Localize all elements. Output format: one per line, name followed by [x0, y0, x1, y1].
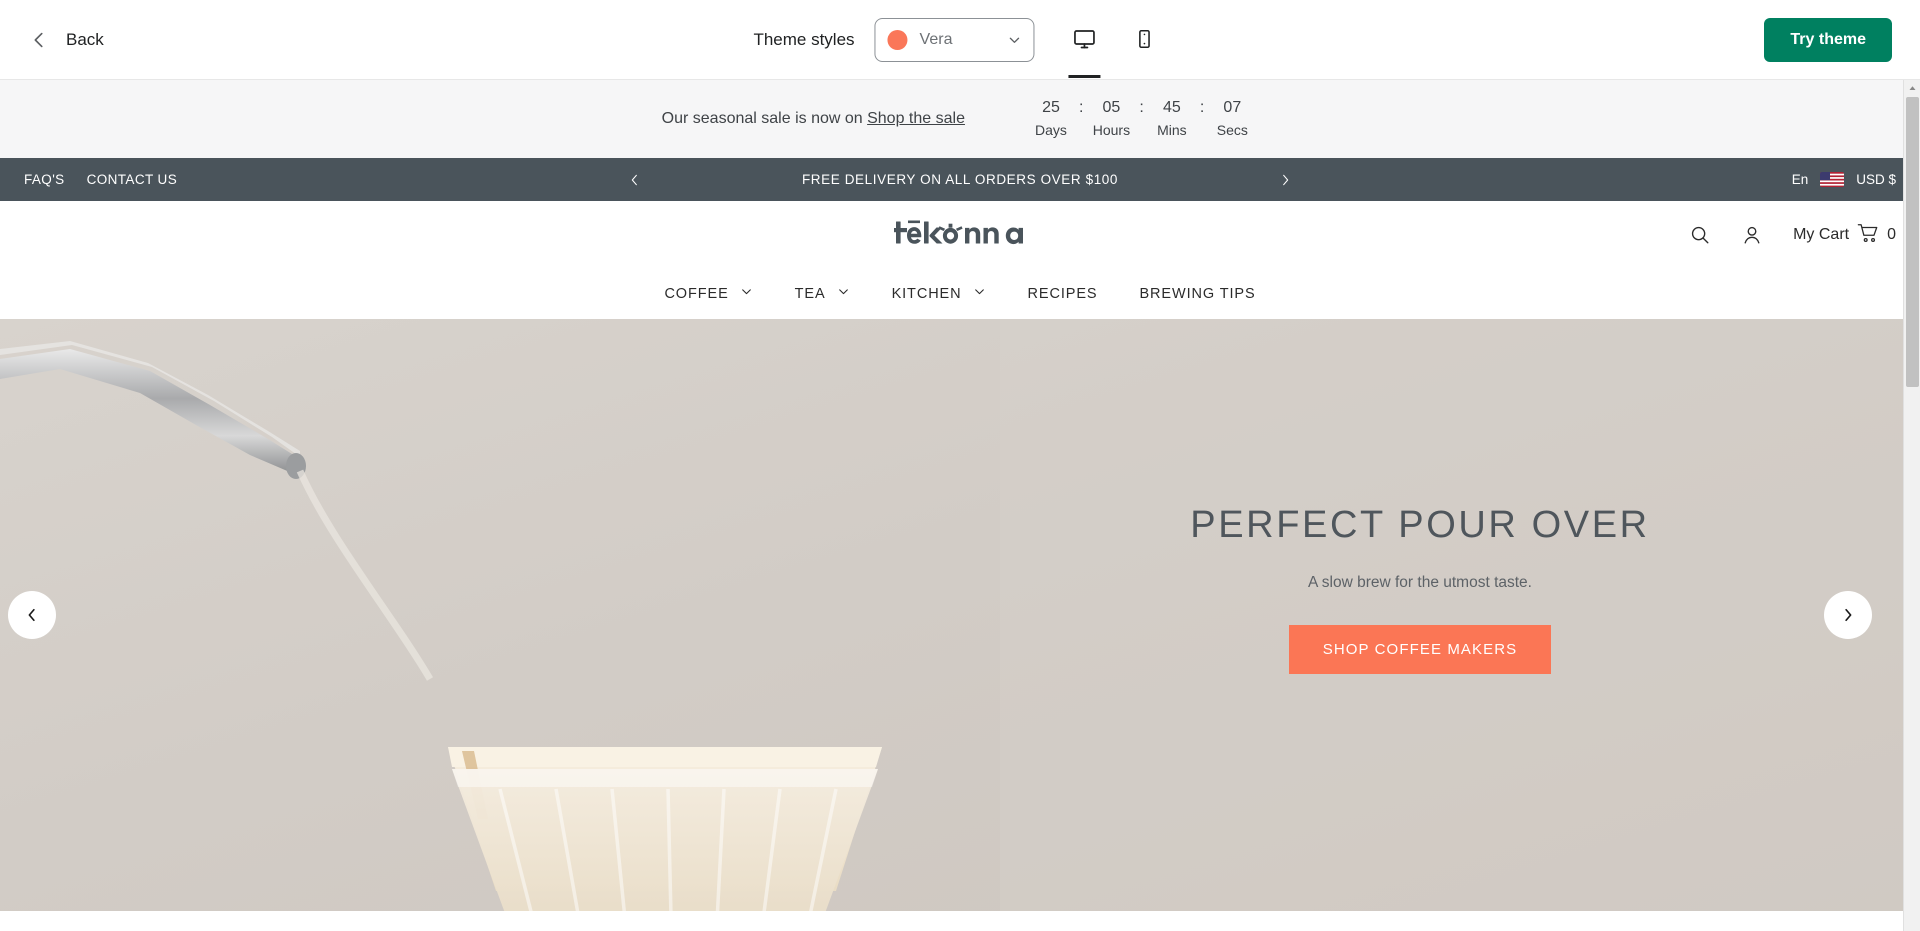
nav-label: COFFEE: [664, 286, 729, 302]
theme-preview-toolbar: Back Theme styles Vera Try theme: [0, 0, 1920, 80]
chevron-down-icon: [740, 285, 753, 303]
countdown-mins-value: 45: [1162, 99, 1181, 116]
back-label: Back: [66, 29, 104, 49]
hero-banner: PERFECT POUR OVER A slow brew for the ut…: [0, 319, 1920, 911]
try-theme-button[interactable]: Try theme: [1764, 17, 1892, 62]
hero-next-button[interactable]: [1824, 591, 1872, 639]
shop-the-sale-link[interactable]: Shop the sale: [867, 110, 965, 127]
nav-label: KITCHEN: [891, 286, 962, 302]
scroll-up-icon[interactable]: [1904, 80, 1920, 97]
countdown-message: Our seasonal sale is now on Shop the sal…: [662, 110, 965, 128]
nav-item-recipes[interactable]: RECIPES: [1007, 286, 1119, 302]
countdown-mins-label: Mins: [1157, 122, 1187, 138]
cart-button[interactable]: My Cart 0: [1793, 222, 1896, 249]
countdown-hours-value: 05: [1102, 99, 1121, 116]
chevron-down-icon: [973, 285, 986, 303]
seasonal-sale-countdown-bar: Our seasonal sale is now on Shop the sal…: [0, 80, 1920, 158]
primary-navigation: COFFEE TEA KITCHEN RECIPES BREWING TIPS: [0, 269, 1920, 319]
countdown-separator: :: [1078, 99, 1084, 116]
faqs-link[interactable]: FAQ'S: [24, 172, 65, 187]
theme-style-controls: Theme styles Vera: [753, 0, 1166, 80]
language-selector[interactable]: En: [1792, 172, 1809, 187]
announcement-bar: FAQ'S CONTACT US FREE DELIVERY ON ALL OR…: [0, 158, 1920, 201]
nav-label: RECIPES: [1027, 286, 1098, 302]
countdown-days-value: 25: [1042, 99, 1060, 116]
nav-item-kitchen[interactable]: KITCHEN: [871, 285, 1007, 303]
countdown-unit-mins: 45 Mins: [1146, 97, 1198, 141]
contact-us-link[interactable]: CONTACT US: [87, 172, 178, 187]
mobile-phone-icon: [1134, 28, 1156, 53]
header-actions: My Cart 0: [1689, 222, 1896, 249]
store-header: My Cart 0: [0, 201, 1920, 269]
store-logo[interactable]: [894, 218, 1026, 253]
countdown-secs-value: 07: [1223, 99, 1242, 116]
hero-prev-button[interactable]: [8, 591, 56, 639]
page-scrollbar[interactable]: [1903, 80, 1920, 931]
hero-title: PERFECT POUR OVER: [1190, 504, 1650, 546]
chevron-down-icon: [837, 285, 850, 303]
announcement-utility-links: FAQ'S CONTACT US: [24, 172, 177, 187]
shopping-cart-icon: [1857, 222, 1879, 249]
nav-item-brewing-tips[interactable]: BREWING TIPS: [1118, 286, 1276, 302]
user-account-icon[interactable]: [1741, 224, 1763, 246]
announcement-message: FREE DELIVERY ON ALL ORDERS OVER $100: [801, 172, 1119, 187]
style-selected-value: Vera: [919, 31, 953, 48]
countdown-timer: 25 Days : 05 Hours : 45 Mins : 07 Secs: [1025, 97, 1258, 141]
us-flag-icon: [1820, 172, 1845, 187]
theme-styles-label: Theme styles: [753, 30, 855, 49]
countdown-secs-label: Secs: [1216, 122, 1248, 138]
countdown-separator: :: [1199, 99, 1205, 116]
announcement-carousel: FREE DELIVERY ON ALL ORDERS OVER $100: [0, 165, 1920, 195]
desktop-view-button[interactable]: [1063, 16, 1107, 78]
nav-label: BREWING TIPS: [1139, 286, 1256, 302]
announcement-next-button[interactable]: [1270, 165, 1300, 195]
countdown-separator: :: [1139, 99, 1144, 116]
scrollbar-thumb[interactable]: [1906, 97, 1919, 387]
countdown-days-label: Days: [1035, 122, 1067, 138]
store-preview-frame: Our seasonal sale is now on Shop the sal…: [0, 80, 1920, 931]
countdown-unit-secs: 07 Secs: [1206, 97, 1258, 141]
nav-item-coffee[interactable]: COFFEE: [643, 285, 773, 303]
chevron-left-icon: [28, 29, 50, 51]
countdown-hours-label: Hours: [1092, 122, 1131, 138]
announcement-prev-button[interactable]: [620, 165, 650, 195]
hero-subtitle: A slow brew for the utmost taste.: [1308, 573, 1532, 591]
countdown-unit-days: 25 Days: [1025, 97, 1077, 141]
nav-label: TEA: [794, 286, 826, 302]
currency-selector[interactable]: USD $: [1856, 172, 1896, 187]
locale-currency-selectors: En USD $: [1792, 172, 1896, 187]
style-color-swatch-icon: [887, 30, 908, 50]
chevron-down-icon: [1008, 33, 1022, 47]
cart-item-count: 0: [1887, 226, 1896, 243]
desktop-monitor-icon: [1073, 27, 1097, 54]
back-button[interactable]: Back: [28, 29, 104, 51]
theme-style-select[interactable]: Vera: [874, 18, 1035, 62]
nav-item-tea[interactable]: TEA: [774, 285, 871, 303]
device-preview-toggles: [1063, 16, 1167, 78]
cart-label: My Cart: [1793, 226, 1850, 243]
mobile-view-button[interactable]: [1123, 16, 1167, 64]
countdown-message-text: Our seasonal sale is now on: [661, 110, 868, 127]
search-icon[interactable]: [1689, 224, 1711, 246]
countdown-unit-hours: 05 Hours: [1085, 97, 1137, 141]
shop-coffee-makers-button[interactable]: SHOP COFFEE MAKERS: [1288, 624, 1552, 674]
hero-content: PERFECT POUR OVER A slow brew for the ut…: [1160, 504, 1680, 674]
